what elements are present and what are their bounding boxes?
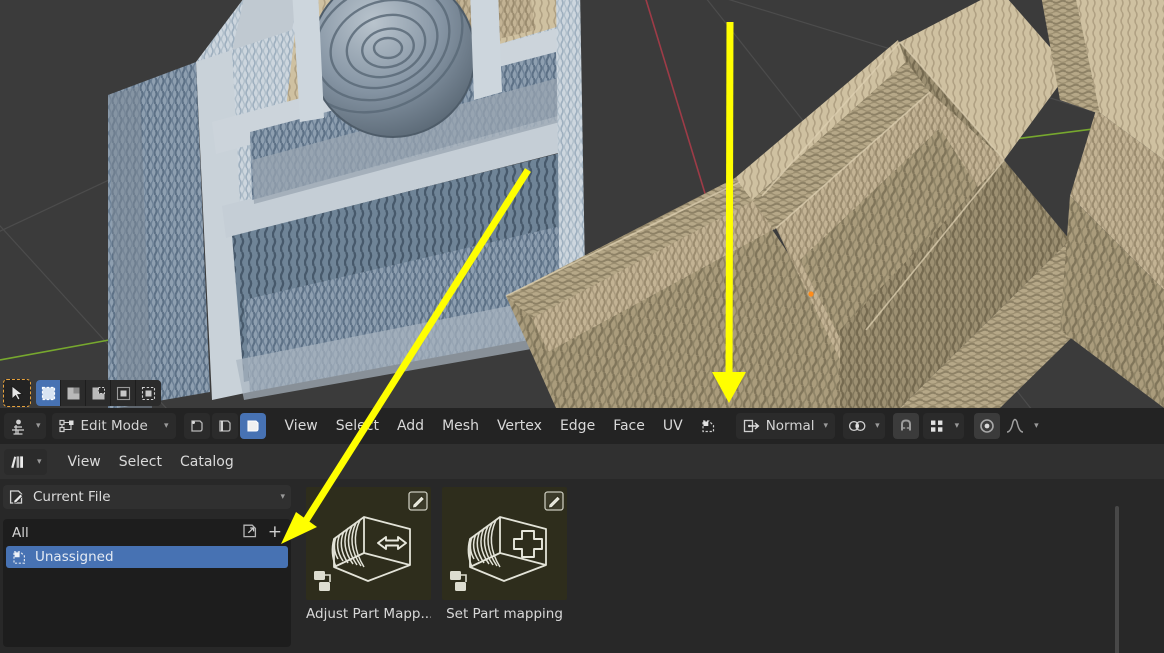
chevron-down-icon: ▾ (1034, 421, 1039, 431)
menu-mesh[interactable]: Mesh (433, 413, 488, 439)
transform-orientation-label: Normal (765, 418, 815, 434)
menu-select[interactable]: Select (327, 413, 388, 439)
asset-grid-area[interactable]: Adjust Part Mapp... Set Part mapping (298, 479, 1164, 653)
mesh-edge-mode-icon[interactable] (211, 413, 238, 439)
catalog-row-label: Unassigned (35, 549, 114, 565)
menu-vertex[interactable]: Vertex (488, 413, 551, 439)
chevron-down-icon: ▾ (37, 456, 42, 467)
mesh-vertex-mode-icon[interactable] (183, 413, 210, 439)
asset-library-label: Current File (33, 489, 111, 505)
asset-preview-thumbnail[interactable] (306, 487, 431, 600)
part-mapping-set-preview (450, 491, 564, 591)
asset-item-label: Adjust Part Mapp... (306, 606, 431, 622)
chevron-down-icon: ▾ (36, 421, 41, 431)
menu-view[interactable]: View (59, 449, 110, 475)
snap-target-selector[interactable]: ▾ (922, 413, 965, 439)
orientation-icon (743, 419, 760, 433)
asset-grid-scrollbar[interactable] (1115, 506, 1119, 653)
catalog-all-row[interactable]: All + (3, 519, 291, 546)
asset-browser-header[interactable]: ▾ View Select Catalog (0, 444, 1164, 479)
uv-sync-select-icon[interactable] (136, 380, 161, 406)
view3d-menu-bar[interactable]: View Select Add Mesh Vertex Edge Face UV (276, 413, 692, 439)
menu-select[interactable]: Select (110, 449, 171, 475)
asset-browser-icon[interactable]: ▾ (4, 448, 47, 475)
snap-magnet-icon[interactable] (892, 413, 919, 439)
3d-view-header[interactable]: ▾ Edit Mode ▾ View Select Add Mesh Verte… (0, 408, 1164, 444)
node-group-icon (314, 571, 331, 591)
chevron-down-icon: ▾ (954, 421, 960, 431)
snap-target-grid-icon (930, 420, 943, 432)
catalog-row-unassigned[interactable]: Unassigned (6, 546, 288, 568)
edit-mode-icon (58, 419, 74, 432)
select-mode-buttons[interactable] (36, 380, 161, 406)
asset-item[interactable]: Set Part mapping (442, 487, 567, 622)
edit-preview-icon (408, 491, 428, 511)
face-select-icon[interactable] (86, 380, 111, 406)
island-select-icon[interactable] (111, 380, 136, 406)
transform-pivot-icon (849, 420, 866, 432)
part-mapping-adjust-preview (314, 491, 428, 591)
chevron-down-icon: ▾ (823, 421, 829, 431)
asset-grid: Adjust Part Mapp... Set Part mapping (306, 487, 567, 622)
viewport-render (0, 0, 1164, 408)
editor-type-icon[interactable]: ▾ (4, 413, 46, 439)
menu-catalog[interactable]: Catalog (171, 449, 243, 475)
asset-browser-editor: ▾ View Select Catalog Current File ▾ All (0, 444, 1164, 653)
proportional-falloff-smooth-icon (1007, 418, 1024, 433)
import-method-icon[interactable] (242, 523, 259, 543)
asset-item[interactable]: Adjust Part Mapp... (306, 487, 431, 622)
menu-add[interactable]: Add (388, 413, 433, 439)
asset-preview-thumbnail[interactable] (442, 487, 567, 600)
mesh-face-mode-icon[interactable] (239, 413, 266, 439)
mode-selector-label: Edit Mode (80, 418, 148, 434)
asset-item-label: Set Part mapping (446, 606, 563, 622)
menu-view[interactable]: View (276, 413, 327, 439)
uv-select-mode-toolbar[interactable] (3, 379, 161, 407)
current-file-icon (9, 490, 24, 504)
catalog-all-label: All (12, 524, 29, 541)
menu-face[interactable]: Face (604, 413, 654, 439)
proportional-falloff-selector[interactable]: ▾ (1002, 413, 1042, 439)
tweak-select-tool-icon[interactable] (3, 379, 31, 407)
menu-uv[interactable]: UV (654, 413, 692, 439)
chevron-down-icon: ▾ (875, 421, 880, 431)
edit-preview-icon (544, 491, 564, 511)
transform-pivot-selector[interactable]: ▾ (843, 413, 885, 439)
mode-selector[interactable]: Edit Mode ▾ (51, 413, 176, 439)
node-group-icon (450, 571, 467, 591)
active-vertex (808, 291, 814, 297)
catalog-tree[interactable]: All + Unassigned (3, 519, 291, 647)
chevron-down-icon: ▾ (280, 492, 285, 502)
unassigned-catalog-icon (12, 550, 27, 565)
proportional-editing-icon[interactable] (974, 413, 1001, 439)
uv-select-sync-icon[interactable] (696, 413, 722, 439)
add-catalog-icon[interactable]: + (268, 524, 282, 541)
asset-browser-menu-bar[interactable]: View Select Catalog (59, 449, 243, 475)
mesh-select-mode-group[interactable] (183, 413, 266, 439)
edge-select-icon[interactable] (61, 380, 86, 406)
blender-window: ▾ Edit Mode ▾ View Select Add Mesh Verte… (0, 0, 1164, 653)
vertex-select-icon[interactable] (36, 380, 61, 406)
asset-browser-sidebar: Current File ▾ All + Unassigned (0, 479, 298, 653)
asset-library-selector[interactable]: Current File ▾ (3, 485, 291, 509)
transform-orientation-selector[interactable]: Normal ▾ (735, 413, 836, 439)
3d-viewport[interactable] (0, 0, 1164, 408)
menu-edge[interactable]: Edge (551, 413, 604, 439)
chevron-down-icon: ▾ (164, 421, 169, 431)
